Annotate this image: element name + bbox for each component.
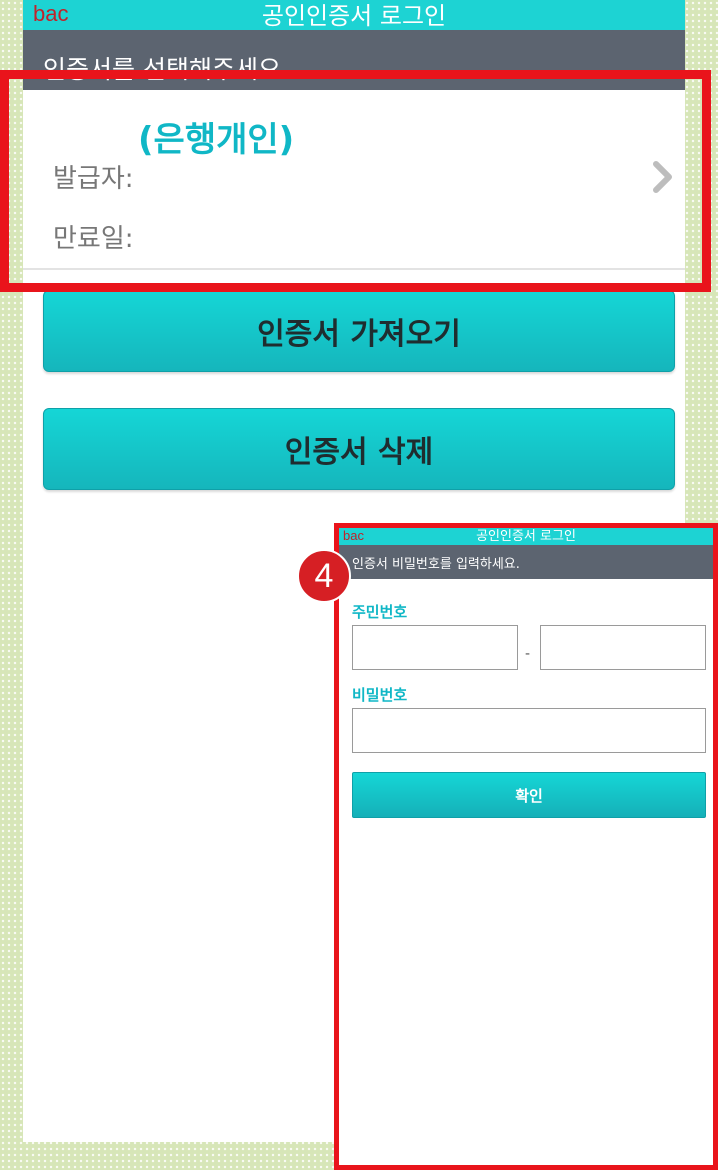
subtitle-bar: 인증서를 선택해주세요. <box>23 30 685 90</box>
inset-page-subtitle: 인증서 비밀번호를 입력하세요. <box>352 557 520 572</box>
expiry-label: 만료일: <box>53 224 134 254</box>
resident-number-label: 주민번호 <box>352 603 408 621</box>
password-input[interactable] <box>352 708 706 753</box>
inset-title-bar: bac 공인인증서 로그인 <box>339 528 713 545</box>
inset-page-title: 공인인증서 로그인 <box>476 529 576 544</box>
issuer-label: 발급자: <box>53 164 134 194</box>
title-bar: bac 공인인증서 로그인 <box>23 0 685 30</box>
delete-certificate-button[interactable]: 인증서 삭제 <box>43 408 675 490</box>
confirm-button[interactable]: 확인 <box>352 772 706 818</box>
certificate-list-item[interactable]: (은행개인) 발급자: 만료일: <box>23 90 685 270</box>
resident-number-separator: - <box>525 646 531 662</box>
chevron-right-icon <box>653 161 672 193</box>
inset-subtitle-bar: 인증서 비밀번호를 입력하세요. <box>339 545 713 579</box>
password-label: 비밀번호 <box>352 686 408 704</box>
resident-number-back-input[interactable] <box>540 625 706 670</box>
resident-number-front-input[interactable] <box>352 625 518 670</box>
password-entry-screen: bac 공인인증서 로그인 인증서 비밀번호를 입력하세요. 주민번호 - 비밀… <box>334 523 718 1170</box>
certificate-name: (은행개인) <box>138 120 295 160</box>
import-certificate-button[interactable]: 인증서 가져오기 <box>43 290 675 372</box>
page-title: 공인인증서 로그인 <box>261 2 447 30</box>
step-number-badge: 4 <box>297 549 351 603</box>
page-subtitle: 인증서를 선택해주세요. <box>43 55 289 84</box>
